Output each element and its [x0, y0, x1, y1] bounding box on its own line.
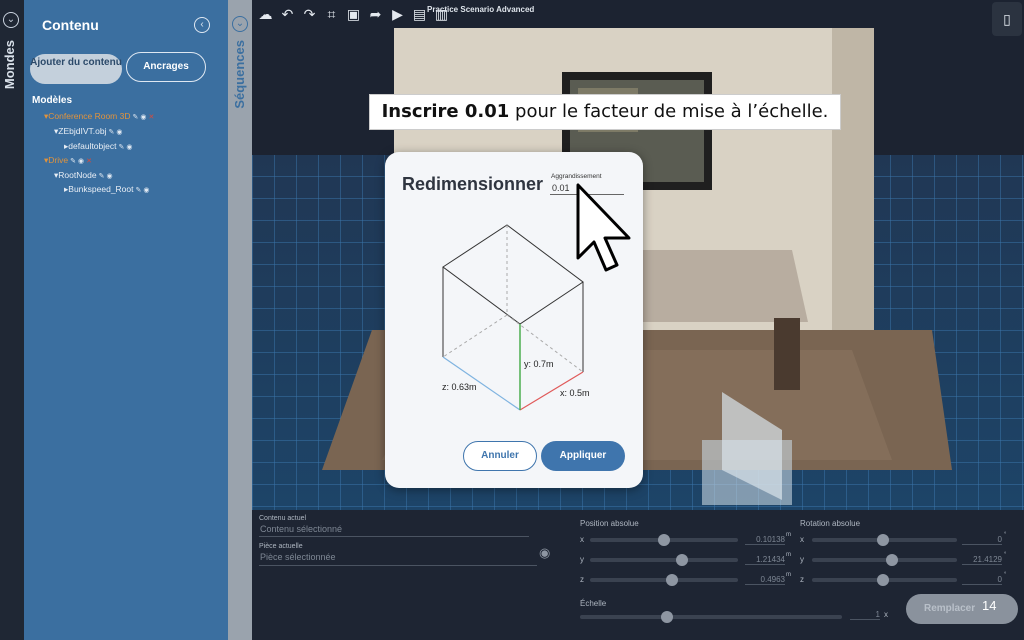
position-y-slider[interactable]: [590, 558, 738, 562]
models-heading: Modèles: [32, 95, 73, 106]
cube-icon[interactable]: ▣: [344, 5, 363, 24]
edit-icon[interactable]: ✎: [118, 144, 124, 151]
rotation-z-axis-label: z: [800, 575, 804, 584]
position-z-axis-label: z: [580, 575, 584, 584]
rotation-z-value[interactable]: 0: [962, 575, 1002, 585]
position-x-value[interactable]: 0.10138: [745, 535, 785, 545]
current-content-label: Contenu actuel: [259, 515, 307, 522]
video-camera-icon[interactable]: ▶: [388, 5, 407, 24]
absolute-position-label: Position absolue: [580, 519, 639, 528]
visibility-eye-icon[interactable]: ◉: [126, 144, 132, 151]
replace-button[interactable]: Remplacer: [906, 594, 1018, 624]
delete-icon[interactable]: ✕: [148, 114, 154, 121]
tree-item-conference-room[interactable]: ▾Conference Room 3D ✎ ◉ ✕: [44, 111, 154, 122]
edit-icon[interactable]: ✎: [133, 114, 139, 121]
tree-item-drive[interactable]: ▾Drive ✎ ◉ ✕: [44, 155, 92, 166]
content-title: Contenu: [42, 17, 99, 33]
tree-item-root-node[interactable]: ▾RootNode ✎ ◉: [54, 170, 113, 181]
visibility-eye-icon[interactable]: ◉: [106, 173, 112, 180]
sequences-tab-label[interactable]: Séquences: [232, 40, 247, 109]
rotation-x-slider-knob[interactable]: [877, 534, 889, 546]
scale-value[interactable]: 1: [850, 610, 880, 620]
tree-item-bunkspeed-root[interactable]: ▸Bunkspeed_Root ✎ ◉: [64, 184, 149, 195]
position-y-slider-knob[interactable]: [676, 554, 688, 566]
rotation-z-slider-knob[interactable]: [877, 574, 889, 586]
position-z-slider[interactable]: [590, 578, 738, 582]
page-number: 14: [982, 598, 997, 613]
cancel-button[interactable]: Annuler: [463, 441, 537, 471]
visibility-eye-icon[interactable]: ◉: [140, 114, 146, 121]
current-content-field[interactable]: Contenu sélectionné: [260, 524, 342, 534]
redo-icon[interactable]: ↷: [300, 5, 319, 24]
position-y-axis-label: y: [580, 555, 584, 564]
position-z-unit: m: [786, 572, 791, 578]
current-room-label: Pièce actuelle: [259, 543, 303, 550]
height-dimension-label: y: 0.7m: [524, 359, 554, 369]
rotation-y-axis-label: y: [800, 555, 804, 564]
visibility-eye-icon[interactable]: ◉: [539, 545, 550, 561]
scale-slider-knob[interactable]: [661, 611, 673, 623]
width-dimension-label: x: 0.5m: [560, 388, 590, 398]
edit-icon[interactable]: ✎: [99, 173, 105, 180]
rotation-z-unit: °: [1004, 572, 1007, 578]
rotation-y-slider[interactable]: [812, 558, 957, 562]
rotation-x-unit: °: [1004, 532, 1007, 538]
anchors-button[interactable]: Ancrages: [126, 52, 206, 82]
rotation-y-slider-knob[interactable]: [886, 554, 898, 566]
tree-item-default-object[interactable]: ▸defaultobject ✎ ◉: [64, 141, 132, 152]
instruction-text: pour le facteur de mise à l’échelle.: [509, 101, 829, 122]
mouse-pointer-icon: [576, 183, 631, 272]
position-y-unit: m: [786, 552, 791, 558]
sequences-expand-icon[interactable]: ⌄: [232, 16, 248, 32]
edit-icon[interactable]: ✎: [70, 158, 76, 165]
scale-label: Échelle: [580, 599, 607, 608]
viewport-toolbar: ☁ ↶ ↷ ⌗ ▣ ➦ ▶ ▤ ▥: [256, 4, 451, 24]
position-x-axis-label: x: [580, 535, 584, 544]
instruction-banner: Inscrire 0.01 pour le facteur de mise à …: [369, 94, 841, 130]
position-z-slider-knob[interactable]: [666, 574, 678, 586]
mobile-device-icon[interactable]: ▯: [992, 2, 1022, 36]
apply-button[interactable]: Appliquer: [541, 441, 625, 471]
absolute-rotation-label: Rotation absolue: [800, 519, 861, 528]
rotation-y-value[interactable]: 21.4129: [962, 555, 1002, 565]
position-z-value[interactable]: 0.4963: [745, 575, 785, 585]
rotation-x-axis-label: x: [800, 535, 804, 544]
delete-icon[interactable]: ✕: [86, 158, 92, 165]
edit-icon[interactable]: ✎: [108, 129, 114, 136]
current-room-field[interactable]: Pièce sélectionnée: [260, 552, 336, 562]
visibility-eye-icon[interactable]: ◉: [143, 187, 149, 194]
sequences-sidebar: ⌄ Séquences: [228, 0, 252, 640]
properties-panel: [252, 510, 1024, 640]
scale-slider[interactable]: [580, 615, 842, 619]
worlds-sidebar: ⌄ Mondes: [0, 0, 24, 640]
edit-icon[interactable]: ✎: [136, 187, 142, 194]
focus-object-icon[interactable]: ⌗: [322, 5, 341, 24]
collapse-panel-icon[interactable]: ‹: [194, 17, 210, 33]
scenario-title: Practice Scenario Advanced: [427, 5, 535, 14]
visibility-eye-icon[interactable]: ◉: [78, 158, 84, 165]
undo-icon[interactable]: ↶: [278, 5, 297, 24]
instruction-bold-text: Inscrire 0.01: [381, 101, 510, 122]
scale-factor-label: Aggrandissement: [551, 173, 602, 180]
visibility-eye-icon[interactable]: ◉: [116, 129, 122, 136]
worlds-tab-label[interactable]: Mondes: [2, 40, 17, 89]
rotation-x-value[interactable]: 0: [962, 535, 1002, 545]
cloud-icon[interactable]: ☁: [256, 5, 275, 24]
worlds-expand-icon[interactable]: ⌄: [3, 12, 19, 28]
rotation-y-unit: °: [1004, 552, 1007, 558]
depth-dimension-label: z: 0.63m: [442, 382, 477, 392]
share-icon[interactable]: ➦: [366, 5, 385, 24]
position-x-unit: m: [786, 532, 791, 538]
add-content-button[interactable]: Ajouter du contenu: [30, 54, 122, 84]
scale-unit: x: [884, 610, 888, 619]
position-y-value[interactable]: 1.21434: [745, 555, 785, 565]
position-x-slider-knob[interactable]: [658, 534, 670, 546]
dialog-title: Redimensionner: [402, 174, 544, 194]
content-panel: Contenu ‹ Ajouter du contenu Ancrages Mo…: [24, 0, 228, 640]
tree-item-obj-file[interactable]: ▾ZEbjdIVT.obj ✎ ◉: [54, 126, 122, 137]
